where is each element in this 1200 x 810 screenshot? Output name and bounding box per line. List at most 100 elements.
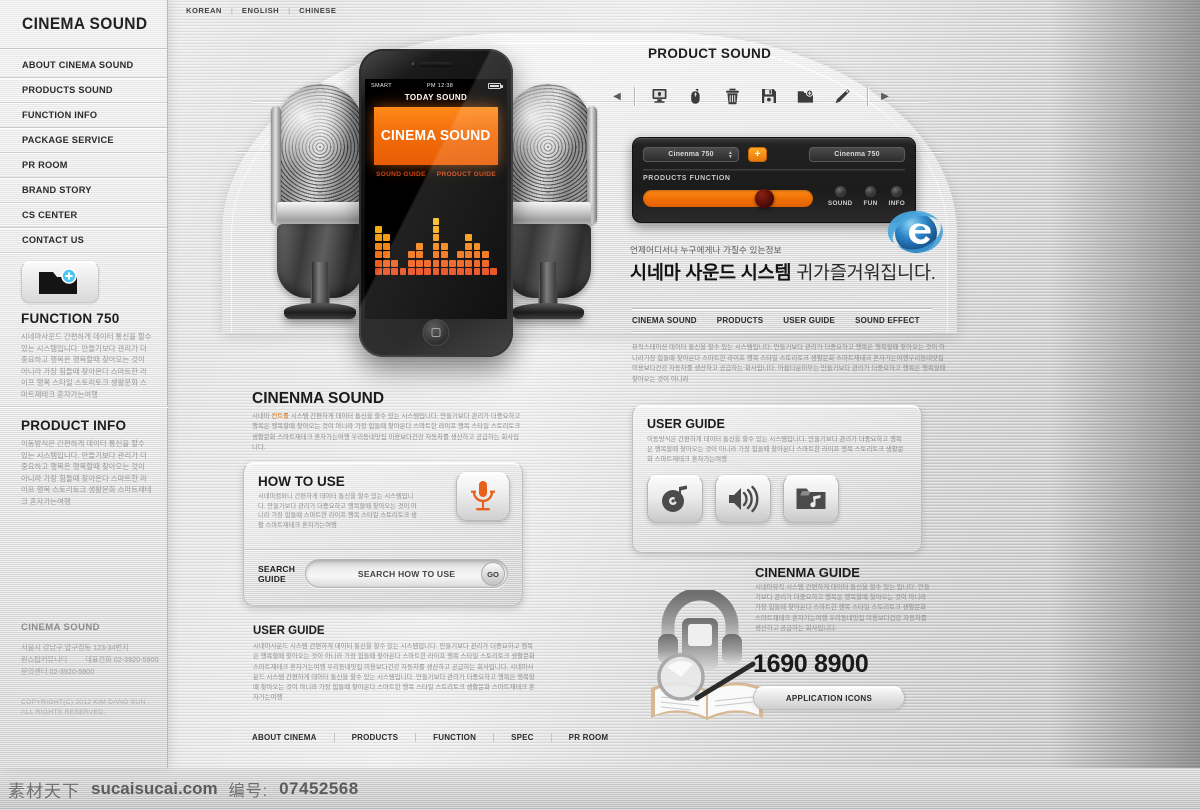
equalizer-cell — [432, 242, 440, 250]
sidebar-divider — [0, 406, 168, 407]
equalizer-cell — [473, 242, 481, 250]
phone-home-button[interactable] — [422, 319, 450, 346]
phone-subnav[interactable]: SOUND GUIDE PRODUCT GUIDE — [365, 171, 507, 178]
lang-chinese[interactable]: CHINESE — [299, 6, 336, 15]
user-guide-panel-body: 이동방식은 간편하게 데이터 통신을 할수 있는 시스템입니다. 만들기보다 관… — [647, 436, 904, 464]
phone-subnav-product-guide[interactable]: PRODUCT GUIDE — [437, 171, 496, 178]
sidebar-item-pr-room[interactable]: PR ROOM — [0, 153, 167, 178]
equalizer-cell — [465, 251, 473, 259]
equalizer-column — [391, 259, 399, 275]
speaker-volume-icon[interactable] — [715, 474, 771, 523]
phone-earpiece — [419, 62, 453, 67]
equalizer-cell — [424, 268, 432, 275]
sidebar-item-products-sound[interactable]: PRODUCTS SOUND — [0, 78, 167, 103]
equalizer-cell — [407, 259, 415, 267]
folder-add-badge-icon[interactable] — [21, 261, 99, 303]
products-function-slider[interactable] — [643, 189, 813, 208]
application-icons-button[interactable]: APPLICATION ICONS — [753, 686, 905, 710]
sidebar-item-function-info[interactable]: FUNCTION INFO — [0, 103, 167, 128]
equalizer-cell — [465, 268, 473, 275]
bottom-nav[interactable]: ABOUT CINEMA PRODUCTS FUNCTION SPEC PR R… — [252, 733, 625, 742]
product-select-dropdown[interactable]: Cinenma 750 ▲ ▼ — [643, 147, 739, 162]
tab-products[interactable]: PRODUCTS — [717, 316, 764, 325]
bottom-nav-pr-room[interactable]: PR ROOM — [552, 733, 626, 742]
sidebar-item-cs-center[interactable]: CS CENTER — [0, 203, 167, 228]
watermark-cn-brand: 素材天下 — [8, 781, 80, 801]
sidebar-nav[interactable]: ABOUT CINEMA SOUND PRODUCTS SOUND FUNCTI… — [0, 53, 167, 253]
search-input[interactable]: SEARCH HOW TO USE GO — [305, 559, 508, 588]
tag-pen-icon[interactable] — [831, 85, 855, 107]
equalizer-column — [481, 251, 489, 275]
knob-dot-icon[interactable] — [834, 186, 846, 197]
music-disc-icon[interactable] — [647, 474, 703, 523]
bottom-nav-about-cinema[interactable]: ABOUT CINEMA — [252, 733, 335, 742]
equalizer-cell — [481, 259, 489, 267]
mic-base — [512, 303, 584, 319]
music-folder-icon[interactable] — [783, 474, 839, 523]
equalizer-cell — [432, 234, 440, 242]
right-paragraph: 뮤직스테이션 데이터 통신을 할수 있는 시스템입니다. 만들기보다 관리가 더… — [632, 344, 946, 383]
folder-add-icon[interactable] — [794, 85, 818, 107]
equalizer-column — [432, 217, 440, 275]
sidebar-item-brand-story[interactable]: BRAND STORY — [0, 178, 167, 203]
microphone-icon[interactable] — [456, 472, 510, 521]
toolbar-next-arrow-icon[interactable]: ▶ — [874, 91, 896, 102]
internet-explorer-logo-icon — [885, 204, 947, 260]
product-display-field[interactable]: Cinenma 750 — [809, 147, 905, 162]
product-toolbar[interactable]: ◀ ▶ — [606, 80, 896, 112]
equalizer-cell — [407, 268, 415, 275]
bottom-nav-function[interactable]: FUNCTION — [416, 733, 495, 742]
products-function-label: PRODUCTS FUNCTION — [643, 175, 731, 182]
mouse-icon[interactable] — [684, 85, 708, 107]
monitor-lock-icon[interactable] — [647, 85, 671, 107]
trash-icon[interactable] — [721, 85, 745, 107]
sidebar-item-package-service[interactable]: PACKAGE SERVICE — [0, 128, 167, 153]
copyright-line-1: COPYRIGHT(C) 2012 KIM DANG SUN . — [21, 699, 150, 706]
search-go-button[interactable]: GO — [481, 562, 505, 586]
footer-line-2b: 대표전화 02-3920-5900 — [85, 655, 159, 664]
knob-dot-icon[interactable] — [891, 186, 903, 197]
knob-fun[interactable]: FUN — [863, 186, 877, 207]
equalizer-column — [490, 268, 497, 275]
middle-user-guide-body: 시네마사운드 시스템 간편하게 데이터 통신을 할수 있는 시스템입니다. 만들… — [253, 643, 535, 702]
sidebar-product-heading: PRODUCT INFO — [21, 418, 127, 433]
sidebar-item-contact-us[interactable]: CONTACT US — [0, 228, 167, 253]
footer-line-1: 서울시 강남구 압구정동 123-34번지 — [21, 643, 129, 652]
cinema-guide-body: 시네마뮤직 시스템 간편하게 데이터 통신을 할수 있는 입니다. 만들기보다 … — [755, 584, 930, 632]
sidebar-footer: CINEMA SOUND 서울시 강남구 압구정동 123-34번지 원스탑커뮤… — [21, 622, 161, 718]
bottom-nav-products[interactable]: PRODUCTS — [335, 733, 417, 742]
cinema-guide-heading: CINENMA GUIDE — [755, 565, 860, 580]
lang-korean[interactable]: KOREAN — [186, 6, 222, 15]
slider-knob[interactable] — [755, 189, 774, 208]
tab-sound-effect[interactable]: SOUND EFFECT — [855, 316, 920, 325]
sidebar-function-block: FUNCTION 750 시네마사운드 간편하게 데이터 통신을 할수 있는 시… — [21, 311, 153, 400]
equalizer-column — [440, 242, 448, 275]
brand-logo[interactable]: CINEMA SOUND — [0, 0, 167, 49]
toolbar-separator — [634, 86, 635, 106]
sidebar-item-about-cinema-sound[interactable]: ABOUT CINEMA SOUND — [0, 53, 167, 78]
equalizer-cell — [473, 259, 481, 267]
toolbar-prev-arrow-icon[interactable]: ◀ — [606, 91, 628, 102]
right-tab-bar[interactable]: CINEMA SOUND PRODUCTS USER GUIDE SOUND E… — [632, 308, 932, 332]
user-guide-icon-row[interactable] — [647, 474, 907, 523]
how-to-use-panel: HOW TO USE 시네마컴퍼니 간편하게 데이터 통신을 할수 있는 시스템… — [243, 462, 523, 606]
phone-subnav-sound-guide[interactable]: SOUND GUIDE — [376, 171, 426, 178]
equalizer-cell — [432, 259, 440, 267]
knob-sound[interactable]: SOUND — [828, 186, 853, 207]
search-input-placeholder: SEARCH HOW TO USE — [357, 568, 456, 579]
floppy-save-icon[interactable] — [757, 85, 781, 107]
equalizer-cell — [399, 268, 407, 275]
add-product-button[interactable]: + — [748, 147, 767, 162]
equalizer-cell — [391, 259, 399, 267]
lang-english[interactable]: ENGLISH — [242, 6, 279, 15]
bottom-nav-spec[interactable]: SPEC — [494, 733, 552, 742]
product-display-value: Cinenma 750 — [834, 151, 880, 158]
tab-user-guide[interactable]: USER GUIDE — [783, 316, 835, 325]
language-bar[interactable]: KOREAN | ENGLISH | CHINESE — [186, 6, 336, 15]
equalizer-cell — [416, 268, 423, 275]
tab-cinema-sound[interactable]: CINEMA SOUND — [632, 316, 697, 325]
microphone-left — [271, 84, 363, 319]
knob-dot-icon[interactable] — [865, 186, 876, 197]
equalizer-cell — [375, 234, 382, 242]
cinenma-sound-paragraph: 시네마 컨트롤 시스템 간편하게 데이터 통신을 할수 있는 시스템입니다. 만… — [252, 412, 524, 453]
